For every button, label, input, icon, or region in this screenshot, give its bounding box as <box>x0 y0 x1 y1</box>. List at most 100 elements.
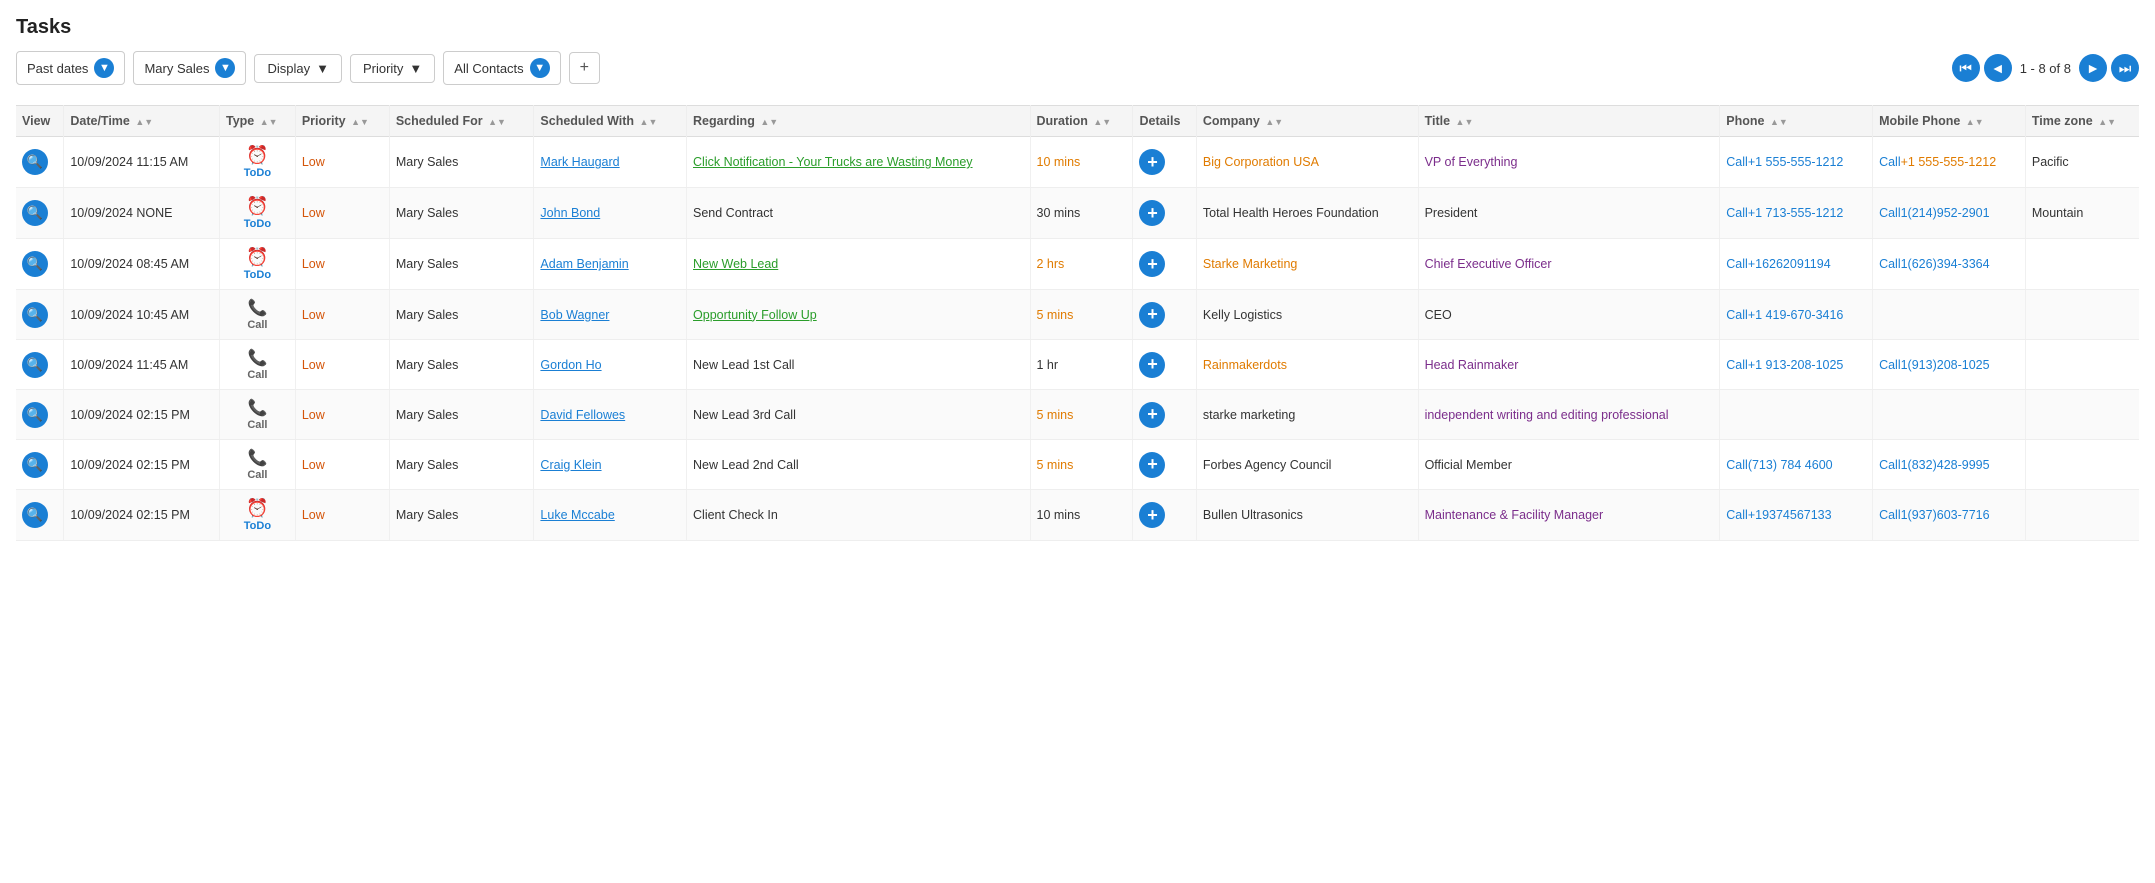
title-sort-icon: ▲▼ <box>1456 117 1474 127</box>
regarding-link[interactable]: New Web Lead <box>693 257 778 271</box>
view-button[interactable]: 🔍 <box>22 251 48 277</box>
cell-regarding[interactable]: Click Notification - Your Trucks are Was… <box>687 137 1030 188</box>
col-datetime[interactable]: Date/Time ▲▼ <box>64 106 220 137</box>
phone-link[interactable]: Call+1 555-555-1212 <box>1726 155 1843 169</box>
regarding-link[interactable]: Click Notification - Your Trucks are Was… <box>693 155 973 169</box>
type-todo: ⏰ ToDo <box>226 247 289 281</box>
phone-link[interactable]: Call+1 419-670-3416 <box>1726 308 1843 322</box>
cell-mobile-phone[interactable]: Call1(626)394-3364 <box>1873 239 2026 290</box>
phone-link[interactable]: Call+1 913-208-1025 <box>1726 358 1843 372</box>
phone-link[interactable]: Call+19374567133 <box>1726 508 1831 522</box>
cell-view: 🔍 <box>16 440 64 490</box>
display-filter[interactable]: Display ▼ <box>254 54 342 83</box>
mobile-phone-link[interactable]: Call1(214)952-2901 <box>1879 206 1990 220</box>
col-company[interactable]: Company ▲▼ <box>1196 106 1418 137</box>
scheduled-with-link[interactable]: Gordon Ho <box>540 358 601 372</box>
display-label: Display <box>267 61 310 76</box>
cell-phone[interactable]: Call+16262091194 <box>1720 239 1873 290</box>
cell-phone[interactable]: Call(713) 784 4600 <box>1720 440 1873 490</box>
mobile-phone-link[interactable]: Call+1 555-555-1212 <box>1879 155 1996 169</box>
col-timezone[interactable]: Time zone ▲▼ <box>2025 106 2139 137</box>
scheduled-with-link[interactable]: John Bond <box>540 206 600 220</box>
details-button[interactable]: + <box>1139 200 1165 226</box>
col-priority[interactable]: Priority ▲▼ <box>295 106 389 137</box>
view-button[interactable]: 🔍 <box>22 302 48 328</box>
col-mobile[interactable]: Mobile Phone ▲▼ <box>1873 106 2026 137</box>
regarding-link[interactable]: Opportunity Follow Up <box>693 308 817 322</box>
view-button[interactable]: 🔍 <box>22 402 48 428</box>
first-page-button[interactable]: ⏮ <box>1952 54 1980 82</box>
mary-sales-filter[interactable]: Mary Sales ▼ <box>133 51 246 85</box>
last-page-button[interactable]: ⏭ <box>2111 54 2139 82</box>
cell-phone[interactable]: Call+19374567133 <box>1720 490 1873 541</box>
mobile-phone-link[interactable]: Call1(937)603-7716 <box>1879 508 1990 522</box>
view-button[interactable]: 🔍 <box>22 452 48 478</box>
details-button[interactable]: + <box>1139 502 1165 528</box>
scheduled-with-link[interactable]: Mark Haugard <box>540 155 619 169</box>
cell-scheduled-with[interactable]: Adam Benjamin <box>534 239 687 290</box>
cell-mobile-phone[interactable]: Call1(832)428-9995 <box>1873 440 2026 490</box>
phone-link[interactable]: Call+1 713-555-1212 <box>1726 206 1843 220</box>
col-scheduled-for[interactable]: Scheduled For ▲▼ <box>389 106 534 137</box>
view-button[interactable]: 🔍 <box>22 352 48 378</box>
cell-mobile-phone[interactable]: Call1(937)603-7716 <box>1873 490 2026 541</box>
details-button[interactable]: + <box>1139 402 1165 428</box>
details-button[interactable]: + <box>1139 452 1165 478</box>
view-button[interactable]: 🔍 <box>22 149 48 175</box>
mobile-phone-link[interactable]: Call1(913)208-1025 <box>1879 358 1990 372</box>
details-button[interactable]: + <box>1139 302 1165 328</box>
cell-scheduled-with[interactable]: Craig Klein <box>534 440 687 490</box>
scheduled-with-link[interactable]: Luke Mccabe <box>540 508 614 522</box>
toolbar: Past dates ▼ Mary Sales ▼ Display ▼ Prio… <box>16 51 2139 85</box>
priority-filter[interactable]: Priority ▼ <box>350 54 435 83</box>
details-button[interactable]: + <box>1139 149 1165 175</box>
scheduled-with-link[interactable]: Bob Wagner <box>540 308 609 322</box>
cell-scheduled-with[interactable]: David Fellowes <box>534 390 687 440</box>
table-row: 🔍10/09/2024 11:15 AM ⏰ ToDo LowMary Sale… <box>16 137 2139 188</box>
cell-scheduled-with[interactable]: Mark Haugard <box>534 137 687 188</box>
cell-duration: 10 mins <box>1030 137 1133 188</box>
cell-scheduled-with[interactable]: John Bond <box>534 188 687 239</box>
all-contacts-filter[interactable]: All Contacts ▼ <box>443 51 560 85</box>
mobile-phone-link[interactable]: Call1(832)428-9995 <box>1879 458 1990 472</box>
add-button[interactable]: + <box>569 52 600 84</box>
view-button[interactable]: 🔍 <box>22 502 48 528</box>
cell-datetime: 10/09/2024 02:15 PM <box>64 390 220 440</box>
phone-link[interactable]: Call+16262091194 <box>1726 257 1830 271</box>
col-duration[interactable]: Duration ▲▼ <box>1030 106 1133 137</box>
scheduled-with-link[interactable]: Craig Klein <box>540 458 601 472</box>
cell-mobile-phone[interactable]: Call1(214)952-2901 <box>1873 188 2026 239</box>
type-todo: ⏰ ToDo <box>226 498 289 532</box>
col-type[interactable]: Type ▲▼ <box>220 106 296 137</box>
cell-scheduled-with[interactable]: Bob Wagner <box>534 290 687 340</box>
todo-icon: ⏰ <box>246 196 268 217</box>
cell-mobile-phone[interactable]: Call+1 555-555-1212 <box>1873 137 2026 188</box>
past-dates-filter[interactable]: Past dates ▼ <box>16 51 125 85</box>
prev-page-button[interactable]: ◄ <box>1984 54 2012 82</box>
table-header: View Date/Time ▲▼ Type ▲▼ Priority ▲▼ Sc… <box>16 106 2139 137</box>
mobile-phone-link[interactable]: Call1(626)394-3364 <box>1879 257 1990 271</box>
phone-link[interactable]: Call(713) 784 4600 <box>1726 458 1832 472</box>
cell-phone[interactable]: Call+1 555-555-1212 <box>1720 137 1873 188</box>
cell-duration: 5 mins <box>1030 440 1133 490</box>
col-title[interactable]: Title ▲▼ <box>1418 106 1720 137</box>
col-phone[interactable]: Phone ▲▼ <box>1720 106 1873 137</box>
cell-phone[interactable]: Call+1 713-555-1212 <box>1720 188 1873 239</box>
view-button[interactable]: 🔍 <box>22 200 48 226</box>
cell-view: 🔍 <box>16 290 64 340</box>
col-regarding[interactable]: Regarding ▲▼ <box>687 106 1030 137</box>
details-button[interactable]: + <box>1139 251 1165 277</box>
next-page-button[interactable]: ► <box>2079 54 2107 82</box>
scheduled-with-link[interactable]: Adam Benjamin <box>540 257 628 271</box>
cell-regarding[interactable]: Opportunity Follow Up <box>687 290 1030 340</box>
scheduled-with-link[interactable]: David Fellowes <box>540 408 625 422</box>
cell-scheduled-with[interactable]: Gordon Ho <box>534 340 687 390</box>
details-button[interactable]: + <box>1139 352 1165 378</box>
col-scheduled-with[interactable]: Scheduled With ▲▼ <box>534 106 687 137</box>
cell-phone[interactable]: Call+1 419-670-3416 <box>1720 290 1873 340</box>
cell-mobile-phone[interactable]: Call1(913)208-1025 <box>1873 340 2026 390</box>
cell-regarding[interactable]: New Web Lead <box>687 239 1030 290</box>
cell-phone[interactable]: Call+1 913-208-1025 <box>1720 340 1873 390</box>
cell-company: Total Health Heroes Foundation <box>1196 188 1418 239</box>
cell-scheduled-with[interactable]: Luke Mccabe <box>534 490 687 541</box>
